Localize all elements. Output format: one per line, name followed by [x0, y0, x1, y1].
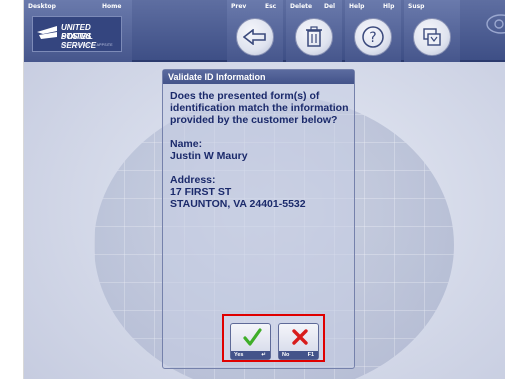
svg-text:?: ?	[369, 30, 376, 46]
dialog-body: Does the presented form(s) of identifica…	[170, 90, 350, 210]
yes-label: Yes	[234, 352, 244, 358]
delete-label: Delete	[290, 3, 313, 10]
no-button-strip: No F1	[279, 351, 318, 359]
prev-group: Prev Esc	[227, 0, 283, 62]
suspend-group: Susp	[404, 0, 460, 62]
address-line-1: 17 FIRST ST	[170, 186, 232, 198]
home-label[interactable]: Home	[102, 3, 121, 10]
eagle-logo-icon	[37, 26, 57, 39]
suspend-button[interactable]	[413, 18, 451, 56]
prev-key: Esc	[265, 3, 277, 10]
left-arrow-icon	[243, 29, 266, 45]
yes-button[interactable]: Yes ↵	[230, 323, 271, 360]
suspend-windows-icon	[423, 28, 441, 46]
yes-button-strip: Yes ↵	[231, 351, 270, 359]
yes-key: ↵	[261, 352, 266, 358]
logo-text-2: POSTAL SERVICE	[61, 32, 97, 50]
eye-icon	[486, 14, 505, 34]
help-key: Hlp	[383, 3, 395, 10]
help-question-icon: ?	[362, 26, 384, 48]
no-key: F1	[307, 352, 314, 358]
no-label: No	[282, 352, 290, 358]
name-label: Name:	[170, 138, 203, 150]
customer-name: Justin W Maury	[170, 150, 248, 162]
x-cross-icon	[292, 329, 308, 345]
usps-logo[interactable]: UNITED STATES POSTAL SERVICE RSS POWERED…	[32, 16, 122, 52]
top-toolbar: Desktop Home UNITED STATES POSTAL SERVIC…	[24, 0, 505, 62]
help-button[interactable]: ?	[354, 18, 392, 56]
confirm-actions: Yes ↵ No F1	[222, 314, 325, 362]
left-margin	[0, 0, 24, 379]
prev-button[interactable]	[236, 18, 274, 56]
checkmark-icon	[243, 328, 262, 346]
address-line-2: STAUNTON, VA 24401-5532	[170, 198, 306, 210]
help-label: Help	[349, 3, 365, 10]
desktop-label[interactable]: Desktop	[28, 3, 56, 10]
prev-label: Prev	[231, 3, 247, 10]
help-group: Help Hlp ?	[345, 0, 401, 62]
trash-icon	[306, 26, 322, 47]
delete-group: Delete Del	[286, 0, 342, 62]
validation-question: Does the presented form(s) of identifica…	[170, 90, 349, 126]
delete-button[interactable]	[295, 18, 333, 56]
dialog-title: Validate ID Information	[163, 70, 354, 84]
delete-key: Del	[324, 3, 336, 10]
no-button[interactable]: No F1	[278, 323, 319, 360]
address-label: Address:	[170, 174, 216, 186]
suspend-label: Susp	[408, 3, 425, 10]
logo-text-3: RSS POWERED BY APPSITE	[61, 43, 113, 47]
home-group: Desktop Home UNITED STATES POSTAL SERVIC…	[24, 0, 132, 62]
